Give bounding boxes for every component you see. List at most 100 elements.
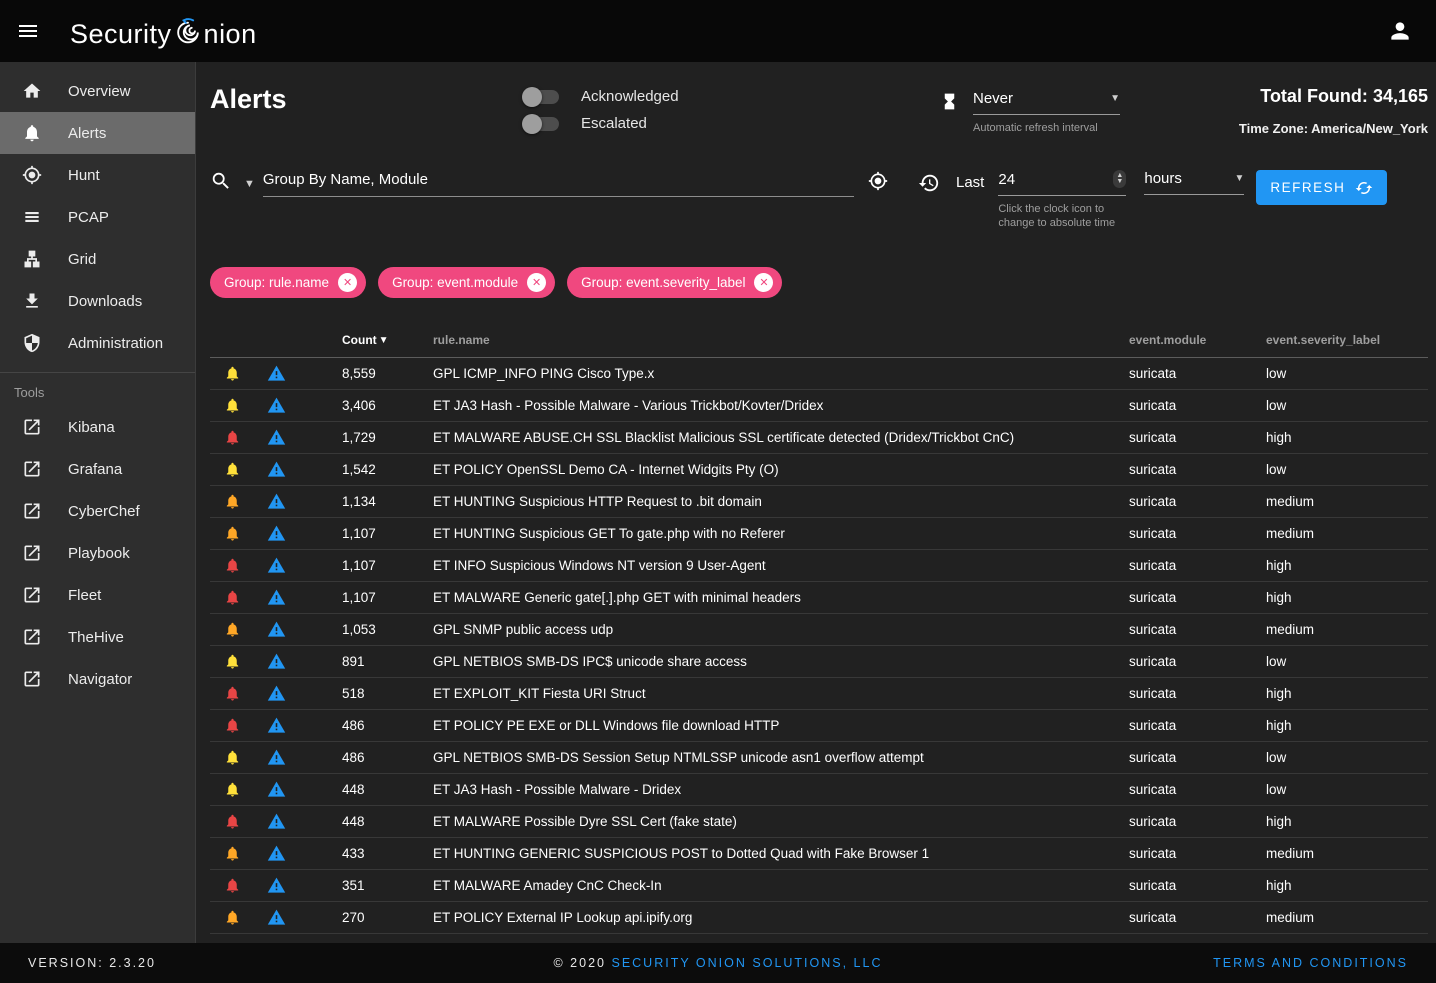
severity-bell-icon[interactable] [210, 685, 254, 702]
column-header-count[interactable]: Count ▼ [298, 333, 433, 347]
severity-bell-icon[interactable] [210, 813, 254, 830]
table-row[interactable]: 1,107 ET INFO Suspicious Windows NT vers… [210, 550, 1428, 582]
table-row[interactable]: 486 GPL NETBIOS SMB-DS Session Setup NTM… [210, 742, 1428, 774]
severity-bell-icon[interactable] [210, 781, 254, 798]
table-row[interactable]: 1,107 ET MALWARE Generic gate[.].php GET… [210, 582, 1428, 614]
stepper-icon[interactable]: ▲▼ [1113, 170, 1126, 188]
alert-info-icon[interactable] [254, 428, 298, 447]
table-row[interactable]: 1,729 ET MALWARE ABUSE.CH SSL Blacklist … [210, 422, 1428, 454]
sidebar-tool-thehive[interactable]: TheHive [0, 616, 195, 658]
severity-bell-icon[interactable] [210, 397, 254, 414]
acknowledged-toggle[interactable]: Acknowledged [525, 88, 775, 105]
alert-info-icon[interactable] [254, 588, 298, 607]
table-row[interactable]: 270 ET POLICY External IP Lookup api.ipi… [210, 902, 1428, 934]
table-row[interactable]: 433 ET HUNTING GENERIC SUSPICIOUS POST t… [210, 838, 1428, 870]
alert-info-icon[interactable] [254, 556, 298, 575]
time-unit-select[interactable]: hours ▼ [1144, 170, 1244, 195]
alert-info-icon[interactable] [254, 748, 298, 767]
sidebar-item-administration[interactable]: Administration [0, 322, 195, 364]
refresh-button[interactable]: REFRESH [1256, 170, 1387, 205]
sidebar-tool-grafana[interactable]: Grafana [0, 448, 195, 490]
sidebar-tool-cyberchef[interactable]: CyberChef [0, 490, 195, 532]
severity-bell-icon[interactable] [210, 621, 254, 638]
sidebar-item-pcap[interactable]: PCAP [0, 196, 195, 238]
severity-bell-icon[interactable] [210, 461, 254, 478]
severity-bell-icon[interactable] [210, 493, 254, 510]
menu-icon[interactable] [4, 7, 52, 55]
network-icon [22, 249, 42, 269]
alert-info-icon[interactable] [254, 364, 298, 383]
history-clock-icon[interactable] [918, 172, 940, 199]
group-chip-event-severity-label[interactable]: Group: event.severity_label ✕ [567, 267, 782, 298]
sidebar-item-alerts[interactable]: Alerts [0, 112, 195, 154]
severity-bell-icon[interactable] [210, 653, 254, 670]
alert-info-icon[interactable] [254, 908, 298, 927]
column-header-event-severity-label[interactable]: event.severity_label [1266, 333, 1428, 347]
alert-info-icon[interactable] [254, 524, 298, 543]
remove-chip-icon[interactable]: ✕ [338, 273, 357, 292]
quick-filter-icon[interactable] [868, 171, 888, 196]
search-input[interactable] [263, 171, 854, 188]
severity-bell-icon[interactable] [210, 365, 254, 382]
external-link-icon [22, 459, 42, 479]
alert-info-icon[interactable] [254, 460, 298, 479]
alert-info-icon[interactable] [254, 844, 298, 863]
column-header-rule-name[interactable]: rule.name [433, 333, 1129, 347]
table-row[interactable]: 1,542 ET POLICY OpenSSL Demo CA - Intern… [210, 454, 1428, 486]
sidebar-item-overview[interactable]: Overview [0, 70, 195, 112]
search-icon[interactable] [210, 170, 232, 197]
table-row[interactable]: 3,406 ET JA3 Hash - Possible Malware - V… [210, 390, 1428, 422]
sidebar-tool-kibana[interactable]: Kibana [0, 406, 195, 448]
alert-info-icon[interactable] [254, 492, 298, 511]
severity-bell-icon[interactable] [210, 525, 254, 542]
sidebar-tool-playbook[interactable]: Playbook [0, 532, 195, 574]
user-account-icon[interactable] [1378, 9, 1422, 53]
table-row[interactable]: 1,107 ET HUNTING Suspicious GET To gate.… [210, 518, 1428, 550]
severity-bell-icon[interactable] [210, 557, 254, 574]
alert-info-icon[interactable] [254, 652, 298, 671]
table-row[interactable]: 351 ET MALWARE Amadey CnC Check-In suric… [210, 870, 1428, 902]
severity-bell-icon[interactable] [210, 589, 254, 606]
cell-event-module: suricata [1129, 430, 1266, 445]
terms-link[interactable]: TERMS AND CONDITIONS [1213, 956, 1408, 970]
alert-info-icon[interactable] [254, 876, 298, 895]
alert-info-icon[interactable] [254, 684, 298, 703]
table-row[interactable]: 486 ET POLICY PE EXE or DLL Windows file… [210, 710, 1428, 742]
severity-bell-icon[interactable] [210, 845, 254, 862]
severity-bell-icon[interactable] [210, 717, 254, 734]
severity-bell-icon[interactable] [210, 429, 254, 446]
alert-info-icon[interactable] [254, 780, 298, 799]
sidebar-item-hunt[interactable]: Hunt [0, 154, 195, 196]
alert-info-icon[interactable] [254, 716, 298, 735]
table-row[interactable]: 448 ET JA3 Hash - Possible Malware - Dri… [210, 774, 1428, 806]
table-row[interactable]: 8,559 GPL ICMP_INFO PING Cisco Type.x su… [210, 358, 1428, 390]
severity-bell-icon[interactable] [210, 749, 254, 766]
alert-info-icon[interactable] [254, 620, 298, 639]
group-chip-event-module[interactable]: Group: event.module ✕ [378, 267, 555, 298]
toggle-switch[interactable] [525, 90, 559, 104]
copyright-link[interactable]: SECURITY ONION SOLUTIONS, LLC [611, 956, 882, 970]
column-header-event-module[interactable]: event.module [1129, 333, 1266, 347]
table-row[interactable]: 448 ET MALWARE Possible Dyre SSL Cert (f… [210, 806, 1428, 838]
table-row[interactable]: 1,134 ET HUNTING Suspicious HTTP Request… [210, 486, 1428, 518]
alert-info-icon[interactable] [254, 396, 298, 415]
table-row[interactable]: 891 GPL NETBIOS SMB-DS IPC$ unicode shar… [210, 646, 1428, 678]
severity-bell-icon[interactable] [210, 909, 254, 926]
footer: VERSION: 2.3.20 © 2020 SECURITY ONION SO… [0, 943, 1436, 983]
alert-info-icon[interactable] [254, 812, 298, 831]
toggle-switch[interactable] [525, 117, 559, 131]
query-presets-chevron-icon[interactable]: ▼ [244, 178, 255, 190]
sidebar-tool-navigator[interactable]: Navigator [0, 658, 195, 700]
sidebar-item-downloads[interactable]: Downloads [0, 280, 195, 322]
sidebar-tool-fleet[interactable]: Fleet [0, 574, 195, 616]
relative-time-input[interactable] [998, 171, 1113, 188]
sidebar-item-grid[interactable]: Grid [0, 238, 195, 280]
table-row[interactable]: 1,053 GPL SNMP public access udp suricat… [210, 614, 1428, 646]
remove-chip-icon[interactable]: ✕ [754, 273, 773, 292]
escalated-toggle[interactable]: Escalated [525, 115, 775, 132]
severity-bell-icon[interactable] [210, 877, 254, 894]
refresh-interval-select[interactable]: Never ▼ Automatic refresh interval [973, 90, 1120, 142]
remove-chip-icon[interactable]: ✕ [527, 273, 546, 292]
table-row[interactable]: 518 ET EXPLOIT_KIT Fiesta URI Struct sur… [210, 678, 1428, 710]
group-chip-rule-name[interactable]: Group: rule.name ✕ [210, 267, 366, 298]
